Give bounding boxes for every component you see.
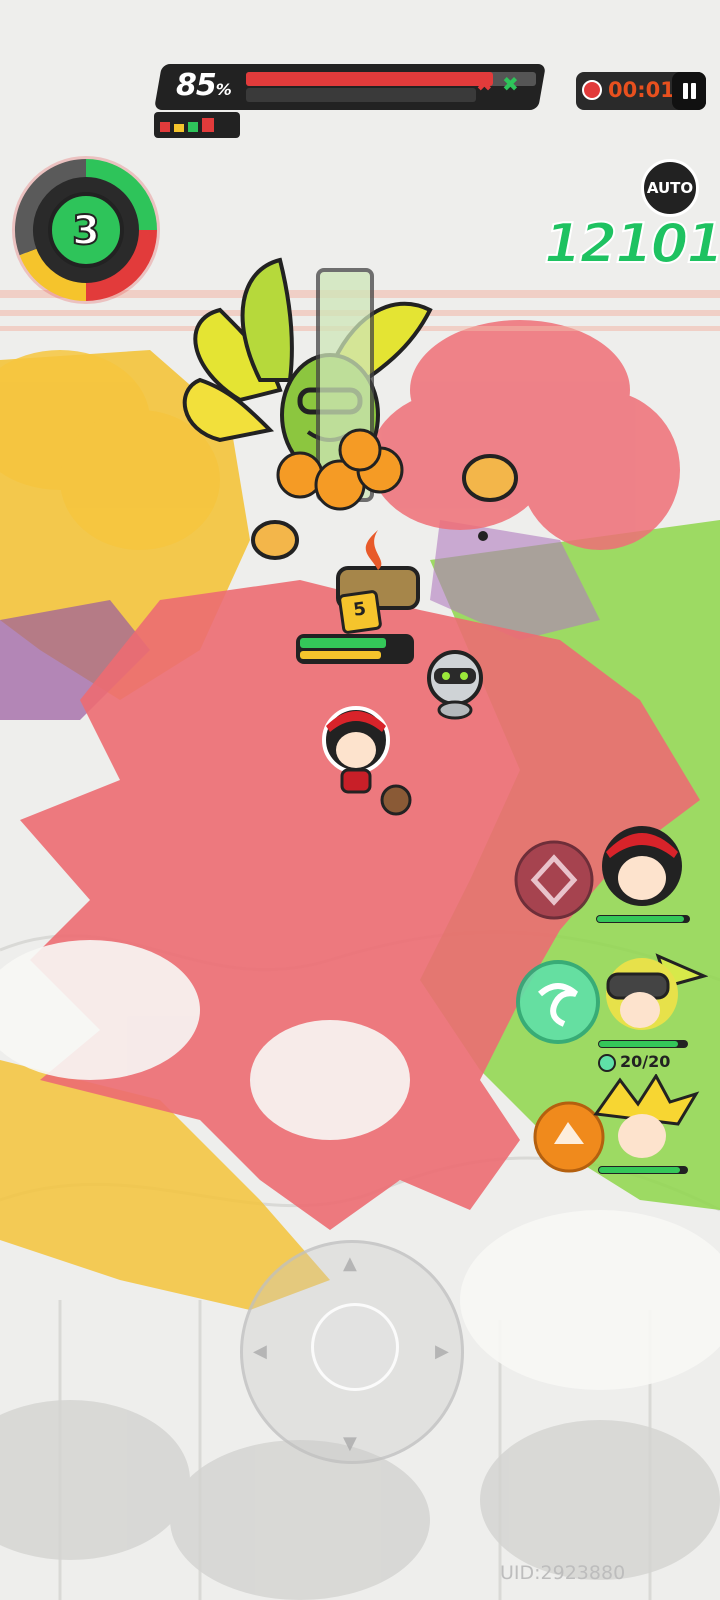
boss-phase-indicator <box>154 112 240 138</box>
timer-value: 00:01 <box>608 78 675 102</box>
skill-charge-badge: 20/20 <box>598 1050 671 1074</box>
joystick-right-arrow-icon: ▶ <box>435 1341 449 1362</box>
party-member-2-hp <box>598 1040 688 1048</box>
pause-icon <box>683 83 688 99</box>
player-character[interactable] <box>312 696 420 820</box>
skill-charge-count: 20/20 <box>620 1052 671 1071</box>
boss-shield-fill <box>300 651 382 659</box>
boss-health-fill <box>246 72 493 86</box>
party-member-2-portrait <box>606 953 709 1030</box>
party-member-3-hp <box>598 1166 688 1174</box>
party-member-1-hp <box>596 915 690 923</box>
skill-button-2[interactable] <box>516 960 600 1044</box>
combo-counter: 12101 <box>543 211 720 276</box>
boss-level-badge: 5 <box>337 589 383 635</box>
boss-floating-hand <box>462 454 518 541</box>
skill-button-1[interactable] <box>514 840 594 920</box>
boss-hp-fill <box>300 638 386 648</box>
party-member-1-portrait <box>602 826 682 906</box>
wave-gauge: 3 <box>12 156 160 304</box>
boss-level: 5 <box>351 598 368 621</box>
joystick-knob[interactable] <box>311 1303 399 1391</box>
party-member-3[interactable] <box>590 1073 700 1164</box>
clock-icon <box>582 80 602 100</box>
boss-tiki-plant[interactable] <box>180 250 450 610</box>
joystick-left-arrow-icon: ◀ <box>253 1341 267 1362</box>
user-id-label: UID:2923880 <box>500 1562 626 1584</box>
pause-button[interactable] <box>672 72 706 110</box>
boss-health-bar: 85% ✖ ✖ <box>153 64 554 112</box>
boss-hp-bar <box>296 634 414 664</box>
auto-button[interactable]: AUTO <box>641 159 699 217</box>
joystick-up-arrow-icon: ▲ <box>343 1253 357 1274</box>
virtual-joystick[interactable]: ▲ ▼ ◀ ▶ <box>240 1240 464 1464</box>
wave-number: 3 <box>72 208 100 254</box>
battle-timer: 00:01 <box>576 72 706 110</box>
robot-companion <box>427 650 483 720</box>
auto-button-label: AUTO <box>646 179 694 197</box>
joystick-down-arrow-icon: ▼ <box>343 1433 357 1454</box>
party-member-3-portrait <box>593 1073 700 1158</box>
skill-charge-icon <box>598 1054 616 1072</box>
party-member-1[interactable] <box>596 820 686 910</box>
green-clover-icon: ✖ <box>502 72 519 96</box>
party-member-2[interactable] <box>598 946 709 1036</box>
red-clover-icon: ✖ <box>476 72 493 96</box>
boss-health-percent: 85% <box>176 68 232 103</box>
